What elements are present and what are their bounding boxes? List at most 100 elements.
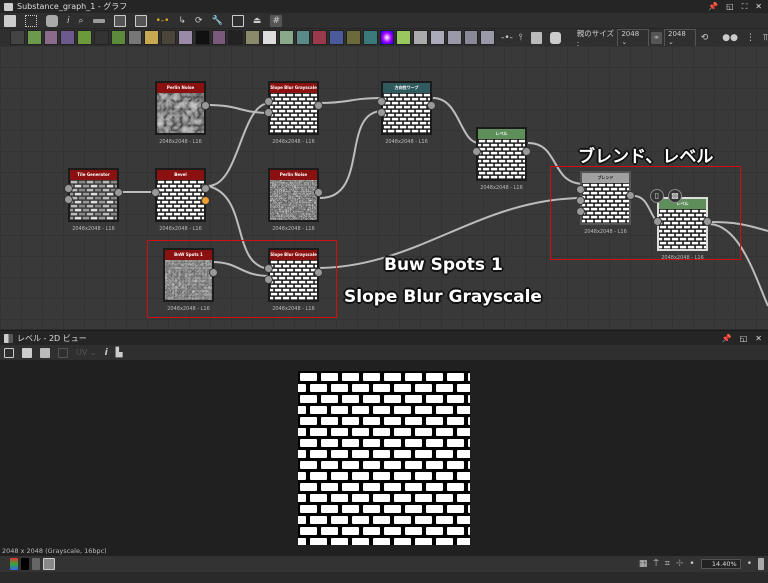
output-pin[interactable] — [314, 101, 323, 110]
node-fill-icon[interactable] — [312, 30, 328, 45]
output-pin[interactable] — [314, 188, 323, 197]
portal-icon[interactable] — [530, 31, 542, 44]
output-pin[interactable] — [114, 188, 123, 197]
node-color-icon[interactable] — [379, 30, 395, 45]
frame-all-icon[interactable] — [4, 14, 16, 27]
layers-icon[interactable] — [4, 347, 14, 358]
grid-icon[interactable]: # — [270, 14, 283, 27]
node-shape-icon[interactable] — [60, 30, 76, 45]
pixel-info-icon[interactable]: ⍑ — [653, 559, 658, 569]
node-copy-icon[interactable] — [261, 30, 277, 45]
zoom-field[interactable]: 14.40% — [700, 559, 741, 569]
node-switch-icon[interactable] — [161, 30, 176, 45]
move-icon[interactable]: ✢ — [676, 559, 684, 569]
node-histogram-icon[interactable] — [278, 30, 294, 45]
node-distance-icon[interactable] — [345, 30, 361, 45]
tree-icon[interactable]: ⫪ — [763, 33, 768, 43]
black-bg-icon[interactable] — [21, 558, 29, 570]
node-tile[interactable]: Tile Generator 2048x2048 - L16 — [64, 168, 123, 232]
dot-icon[interactable]: -•- — [501, 33, 513, 43]
node-input-icon[interactable] — [110, 30, 126, 45]
comment-icon[interactable] — [549, 31, 561, 44]
node-tile-icon[interactable] — [295, 30, 311, 45]
width-select[interactable]: 2048 ⌄ — [617, 28, 650, 47]
node-bevel[interactable]: Bevel 2048x2048 - L16 — [151, 168, 210, 232]
tiling-icon[interactable] — [58, 347, 68, 358]
node-output-icon[interactable] — [93, 30, 109, 45]
node-levels-icon[interactable] — [194, 30, 210, 45]
close-icon[interactable]: ✕ — [755, 2, 762, 11]
save-icon[interactable] — [22, 347, 32, 358]
node-noise-icon[interactable] — [228, 30, 244, 45]
output-pin[interactable] — [522, 147, 531, 156]
link-size-icon[interactable]: ⚭ — [651, 31, 662, 44]
node-select-icon[interactable] — [329, 30, 344, 45]
node-drop-icon[interactable] — [245, 30, 260, 45]
layout-icon[interactable] — [113, 14, 126, 27]
uv-dropdown[interactable]: UV ⌄ — [76, 348, 97, 357]
node-fx-icon[interactable] — [127, 30, 143, 45]
grid-icon[interactable]: ▦ — [639, 559, 648, 569]
node-level1[interactable]: レベル 2048x2048 - L16 — [472, 127, 531, 191]
node-text-icon[interactable] — [177, 30, 193, 45]
histogram-icon[interactable]: ▙ — [116, 348, 123, 358]
search-icon[interactable]: ⌕ — [79, 16, 84, 26]
node-dirwarp[interactable]: 方向性ワープ 2048x2048 - L16 — [377, 81, 436, 145]
node-slope1[interactable]: Slope Blur Grayscale 2048x2048 - L16 — [264, 81, 323, 145]
node-d-icon[interactable] — [480, 30, 496, 45]
graph-canvas[interactable]: Perlin Noise 2048x2048 - L16 Slope Blur G… — [0, 46, 768, 329]
align-icon[interactable] — [92, 18, 105, 23]
view2d-close-icon[interactable]: ✕ — [755, 334, 762, 343]
node-warning-icon[interactable] — [144, 30, 160, 45]
copy-icon[interactable] — [40, 347, 50, 358]
node-blend-icon[interactable] — [26, 30, 42, 45]
node-frame-icon[interactable] — [413, 30, 428, 45]
connect-icon[interactable]: ●● — [722, 33, 738, 43]
gray-bg-icon[interactable] — [32, 558, 40, 570]
rgb-icon[interactable] — [43, 558, 55, 570]
output-doc-icon[interactable]: ▯ — [650, 189, 664, 203]
view2d-float-icon[interactable]: ◱ — [740, 334, 748, 343]
node-curve-icon[interactable] — [396, 30, 412, 45]
input-pin[interactable] — [472, 147, 481, 156]
clean-icon[interactable]: ⏏ — [253, 16, 262, 26]
input-pin[interactable] — [64, 184, 73, 193]
node-uniform-icon[interactable] — [10, 30, 25, 45]
maximize-icon[interactable]: ⛶ — [742, 2, 748, 12]
node-image-icon[interactable] — [211, 30, 227, 45]
frame-icon[interactable] — [134, 14, 147, 27]
zoom-in-icon[interactable]: • — [747, 559, 752, 569]
output-pin[interactable] — [201, 101, 210, 110]
camera-icon[interactable] — [46, 14, 58, 27]
node-pixel-icon[interactable] — [362, 30, 378, 45]
float-icon[interactable]: ◱ — [726, 2, 734, 11]
info-icon[interactable]: i — [67, 16, 70, 26]
export-icon[interactable] — [231, 14, 244, 27]
input-pin[interactable] — [264, 97, 273, 106]
refresh-icon[interactable]: ⟳ — [195, 16, 203, 26]
channels-icon[interactable] — [10, 558, 18, 570]
input-pin[interactable] — [151, 188, 160, 197]
wrench-icon[interactable]: 🔧 — [212, 16, 223, 26]
node-perlin2[interactable]: Perlin Noise 2048x2048 - L16 — [268, 168, 323, 232]
input-pin[interactable] — [64, 195, 73, 204]
view2d-canvas[interactable] — [0, 360, 768, 548]
pin-node-icon[interactable]: ⫯ — [519, 33, 523, 43]
output-pin[interactable] — [427, 101, 436, 110]
frame-selected-icon[interactable] — [25, 14, 37, 27]
vertical-connect-icon[interactable]: ⋮ — [746, 33, 755, 43]
node-a-icon[interactable] — [429, 30, 445, 45]
height-select[interactable]: 2048 ⌄ — [664, 28, 696, 47]
node-c-icon[interactable] — [463, 30, 479, 45]
input-pin[interactable] — [264, 108, 273, 117]
node-transform-icon[interactable] — [43, 30, 59, 45]
lock-icon[interactable] — [758, 558, 764, 570]
node-gradient-icon[interactable] — [77, 30, 92, 45]
fit-icon[interactable]: ⌗ — [665, 559, 670, 569]
zoom-out-icon[interactable]: • — [689, 559, 694, 569]
output-pin[interactable] — [201, 184, 210, 193]
checker-icon[interactable]: ▩ — [668, 189, 682, 203]
info-icon[interactable]: i — [105, 348, 108, 358]
input-pin[interactable] — [377, 97, 386, 106]
view2d-pin-icon[interactable]: 📌 — [722, 334, 732, 343]
